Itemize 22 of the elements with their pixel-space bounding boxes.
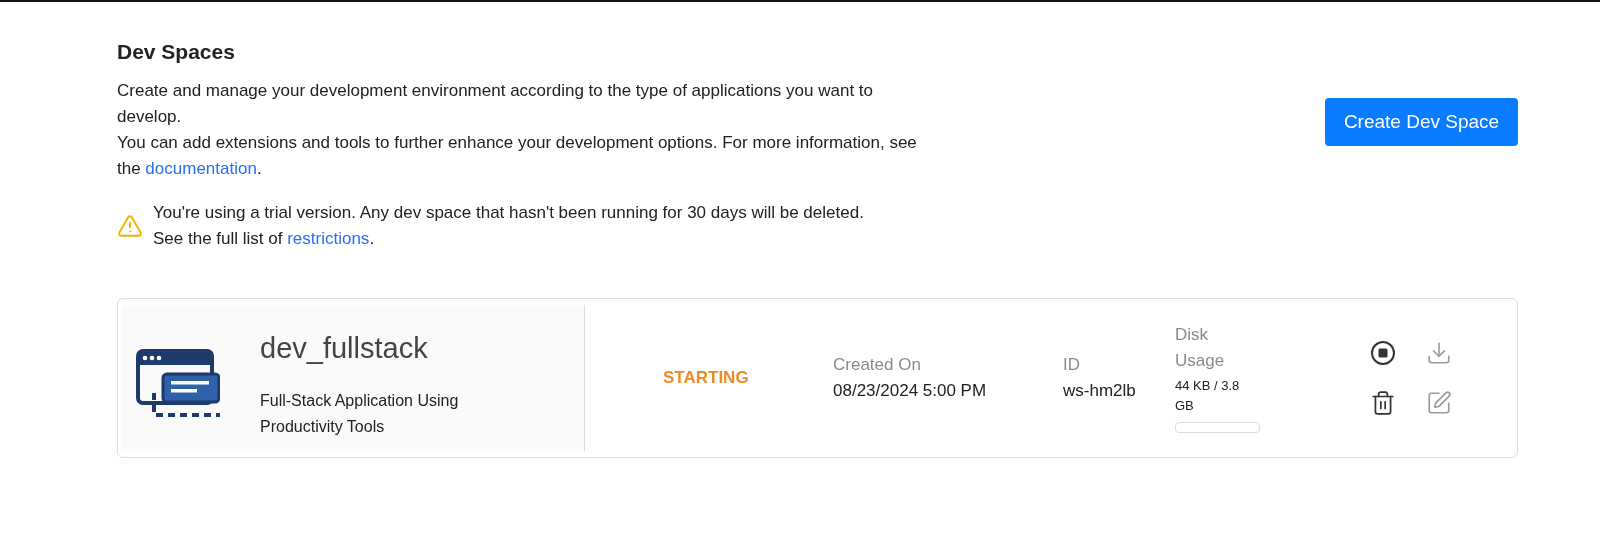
disk-usage-label: Disk Usage bbox=[1175, 324, 1226, 372]
warning-text: You're using a trial version. Any dev space that hasn't been running for 30 days will be deleted. bbox=[153, 201, 864, 224]
disk-usage-value: 44 KB / 3.8 GB bbox=[1175, 377, 1241, 415]
id-value: ws-hm2lb bbox=[1063, 379, 1137, 402]
edit-icon bbox=[1426, 389, 1452, 416]
warning-icon bbox=[117, 212, 143, 239]
created-date: 08/23/2024 5:00 PM bbox=[833, 379, 988, 402]
documentation-link[interactable]: documentation bbox=[145, 158, 257, 178]
page-title: Dev Spaces bbox=[117, 39, 236, 65]
stop-icon bbox=[1370, 339, 1396, 366]
trash-icon bbox=[1370, 389, 1396, 416]
created-label: Created On bbox=[833, 354, 922, 376]
dev-space-name: dev_fullstack bbox=[260, 330, 429, 366]
description-text: You can add extensions and tools to further enhance your development options. For more information, see the documentation. bbox=[117, 131, 917, 180]
restrictions-text: See the full list of restrictions. bbox=[153, 227, 376, 250]
id-label: ID bbox=[1063, 354, 1081, 376]
description-text: Create and manage your development environment according to the type of applications you want to develop. bbox=[117, 79, 875, 128]
app-window-icon bbox=[136, 348, 220, 419]
status-text: STARTING bbox=[663, 366, 750, 389]
dev-space-type: Full-Stack Application Using Productivity Tools bbox=[260, 391, 460, 437]
create-dev-space-button[interactable]: Create Dev Space bbox=[1325, 98, 1518, 146]
restrictions-link[interactable]: restrictions bbox=[287, 228, 370, 248]
